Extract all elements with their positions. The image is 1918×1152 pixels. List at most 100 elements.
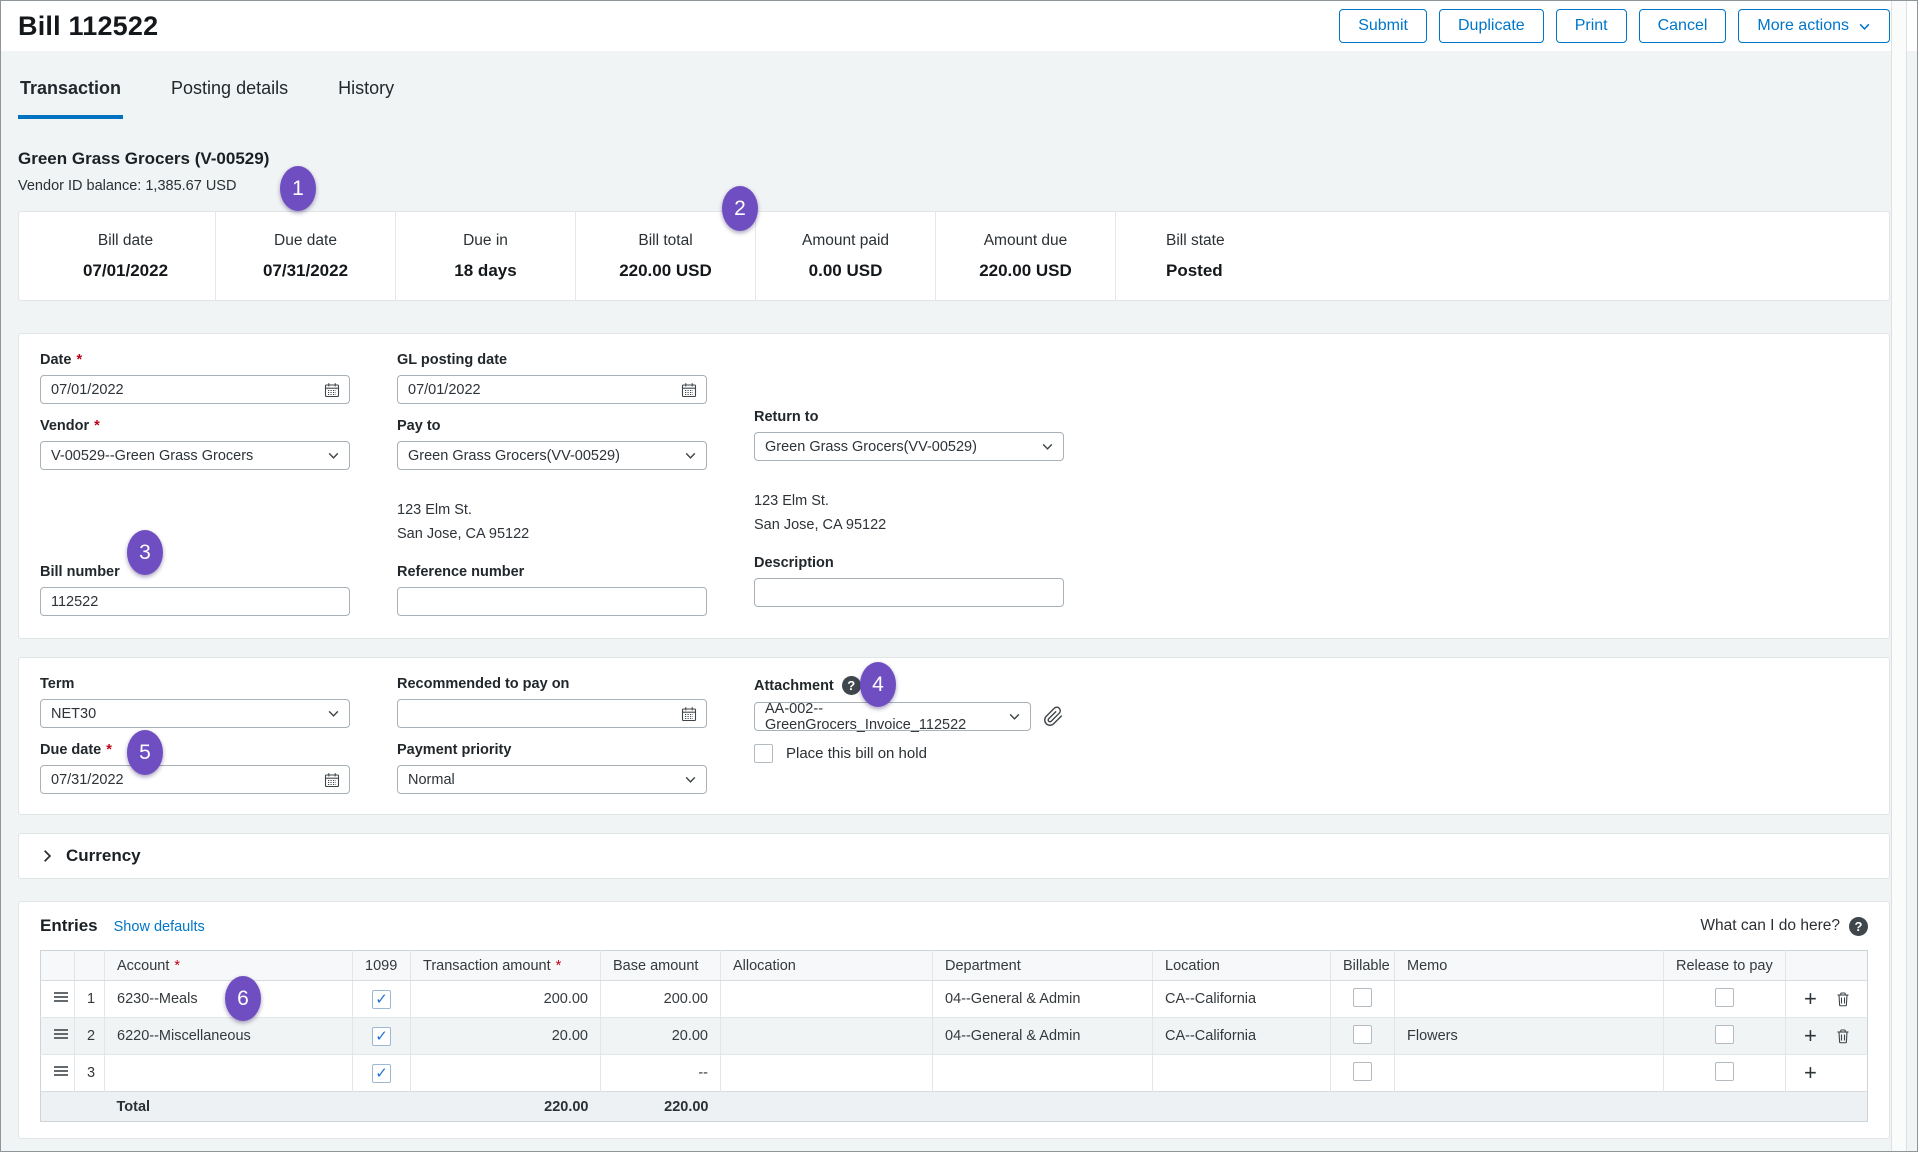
duplicate-button[interactable]: Duplicate xyxy=(1439,9,1544,43)
base-amount-cell: 200.00 xyxy=(601,981,721,1018)
transaction-amount-cell[interactable] xyxy=(411,1055,601,1092)
gl-posting-date-input[interactable]: 07/01/2022 xyxy=(397,375,707,404)
summary-due-in: Due in 18 days xyxy=(396,212,576,300)
print-button[interactable]: Print xyxy=(1556,9,1627,43)
content: Green Grass Grocers (V-00529) Vendor ID … xyxy=(1,149,1917,1139)
total-row: Total 220.00 220.00 xyxy=(41,1092,1868,1122)
vendor-field: Vendor V-00529--Green Grass Grocers xyxy=(40,418,350,470)
entry-row-3: 3 -- + xyxy=(41,1055,1868,1092)
term-select[interactable]: NET30 xyxy=(40,699,350,728)
header: Bill 112522 Submit Duplicate Print Cance… xyxy=(1,1,1917,51)
chevron-right-icon xyxy=(40,849,54,863)
department-cell[interactable]: 04--General & Admin xyxy=(933,981,1153,1018)
pay-to-select[interactable]: Green Grass Grocers(VV-00529) xyxy=(397,441,707,470)
bill-page: Bill 112522 Submit Duplicate Print Cance… xyxy=(0,0,1918,1152)
bill-summary-bar: Bill date 07/01/2022 Due date 07/31/2022… xyxy=(18,211,1890,301)
date-input[interactable]: 07/01/2022 xyxy=(40,375,350,404)
more-actions-button[interactable]: More actions xyxy=(1738,9,1890,43)
department-cell[interactable] xyxy=(933,1055,1153,1092)
hold-checkbox[interactable] xyxy=(754,744,773,763)
submit-button[interactable]: Submit xyxy=(1339,9,1427,43)
callout-2: 2 xyxy=(722,186,758,231)
reference-number-input[interactable] xyxy=(397,587,707,616)
memo-cell[interactable] xyxy=(1395,1055,1664,1092)
paperclip-icon[interactable] xyxy=(1043,706,1064,727)
bill-header-form: Date 07/01/2022 Vendor V-00529--Green Gr… xyxy=(18,333,1890,639)
cancel-button[interactable]: Cancel xyxy=(1639,9,1727,43)
help-icon[interactable] xyxy=(1849,917,1868,936)
tab-posting-details[interactable]: Posting details xyxy=(169,78,290,119)
transaction-amount-cell[interactable]: 200.00 xyxy=(411,981,601,1018)
chevron-down-icon xyxy=(327,449,340,462)
release-to-pay-checkbox[interactable] xyxy=(1715,1025,1734,1044)
billable-checkbox[interactable] xyxy=(1353,988,1372,1007)
return-to-field: Return to Green Grass Grocers(VV-00529) xyxy=(754,409,1064,461)
drag-handle-icon[interactable] xyxy=(41,1018,75,1055)
payment-priority-field: Payment priority Normal xyxy=(397,742,707,794)
due-date-field: Due date 5 07/31/2022 xyxy=(40,742,350,794)
table-header-row: Account 1099 Transaction amount Base amo… xyxy=(41,951,1868,981)
description-field: Description xyxy=(754,555,1064,607)
calendar-icon[interactable] xyxy=(681,706,697,722)
currency-section[interactable]: Currency xyxy=(18,833,1890,879)
return-to-select[interactable]: Green Grass Grocers(VV-00529) xyxy=(754,432,1064,461)
1099-checkbox[interactable] xyxy=(372,990,391,1009)
calendar-icon[interactable] xyxy=(324,382,340,398)
recommended-pay-field: Recommended to pay on xyxy=(397,676,707,728)
memo-cell[interactable] xyxy=(1395,981,1664,1018)
department-cell[interactable]: 04--General & Admin xyxy=(933,1018,1153,1055)
release-to-pay-checkbox[interactable] xyxy=(1715,988,1734,1007)
due-date-input[interactable]: 07/31/2022 xyxy=(40,765,350,794)
release-to-pay-checkbox[interactable] xyxy=(1715,1062,1734,1081)
add-row-icon[interactable]: + xyxy=(1804,1062,1817,1084)
add-row-icon[interactable]: + xyxy=(1804,988,1817,1010)
location-cell[interactable] xyxy=(1153,1055,1331,1092)
allocation-cell[interactable] xyxy=(721,1055,933,1092)
drag-handle-icon[interactable] xyxy=(41,1055,75,1092)
chevron-down-icon xyxy=(1008,710,1021,723)
row-number: 1 xyxy=(75,981,105,1018)
callout-1: 1 xyxy=(280,166,316,211)
help-icon[interactable] xyxy=(842,676,861,695)
show-defaults-link[interactable]: Show defaults xyxy=(114,919,205,935)
description-input[interactable] xyxy=(754,578,1064,607)
chevron-down-icon xyxy=(684,449,697,462)
term-field: Term NET30 xyxy=(40,676,350,728)
billable-checkbox[interactable] xyxy=(1353,1062,1372,1081)
row-number: 2 xyxy=(75,1018,105,1055)
calendar-icon[interactable] xyxy=(324,772,340,788)
drag-handle-icon[interactable] xyxy=(41,981,75,1018)
location-cell[interactable]: CA--California xyxy=(1153,981,1331,1018)
trash-icon[interactable] xyxy=(1835,1028,1851,1044)
memo-cell[interactable]: Flowers xyxy=(1395,1018,1664,1055)
1099-checkbox[interactable] xyxy=(372,1064,391,1083)
transaction-amount-cell[interactable]: 20.00 xyxy=(411,1018,601,1055)
allocation-cell[interactable] xyxy=(721,981,933,1018)
pay-to-address: 123 Elm St. San Jose, CA 95122 xyxy=(397,498,707,546)
payment-priority-select[interactable]: Normal xyxy=(397,765,707,794)
bill-number-input[interactable]: 112522 xyxy=(40,587,350,616)
tab-transaction[interactable]: Transaction xyxy=(18,78,123,119)
summary-amount-due: Amount due 220.00 USD xyxy=(936,212,1116,300)
account-cell[interactable] xyxy=(105,1055,353,1092)
location-cell[interactable]: CA--California xyxy=(1153,1018,1331,1055)
chevron-down-icon xyxy=(684,773,697,786)
calendar-icon[interactable] xyxy=(681,382,697,398)
callout-6: 6 xyxy=(225,976,261,1021)
trash-icon[interactable] xyxy=(1835,991,1851,1007)
add-row-icon[interactable]: + xyxy=(1804,1025,1817,1047)
currency-title: Currency xyxy=(66,846,141,866)
date-field: Date 07/01/2022 xyxy=(40,352,350,404)
account-cell[interactable]: 6230--Meals 6 xyxy=(105,981,353,1018)
billable-checkbox[interactable] xyxy=(1353,1025,1372,1044)
entry-row-1: 1 6230--Meals 6 200.00 200.00 04--Genera… xyxy=(41,981,1868,1018)
attachment-select[interactable]: AA-002--GreenGrocers_Invoice_112522 xyxy=(754,702,1031,731)
1099-checkbox[interactable] xyxy=(372,1027,391,1046)
payment-form: Term NET30 Due date 5 07/31/2022 xyxy=(18,657,1890,815)
vendor-select[interactable]: V-00529--Green Grass Grocers xyxy=(40,441,350,470)
recommended-pay-input[interactable] xyxy=(397,699,707,728)
account-cell[interactable]: 6220--Miscellaneous xyxy=(105,1018,353,1055)
tab-history[interactable]: History xyxy=(336,78,396,119)
allocation-cell[interactable] xyxy=(721,1018,933,1055)
scrollbar[interactable] xyxy=(1891,1,1907,1151)
